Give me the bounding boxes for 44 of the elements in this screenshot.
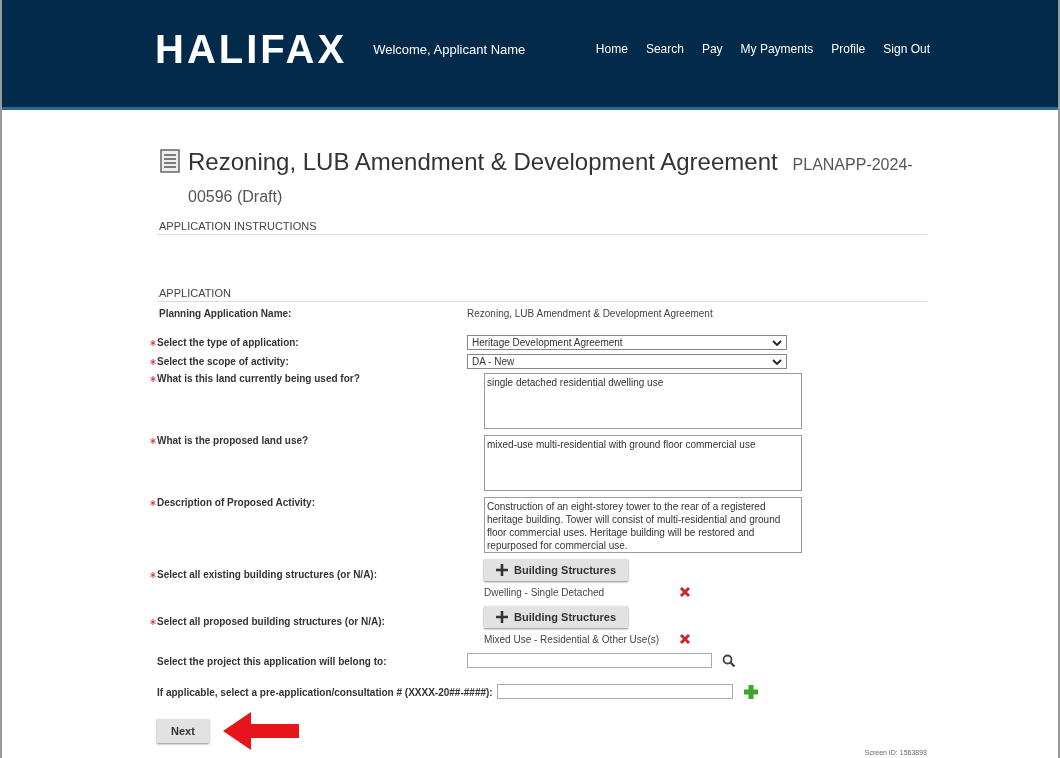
nav-link[interactable]: Profile	[831, 42, 866, 56]
remove-icon[interactable]	[679, 586, 691, 598]
field-label: Select the project this application will belong to:	[157, 656, 387, 667]
field-label: Description of Proposed Activity:	[157, 497, 315, 508]
selected-structure: Dwelling - Single Detached	[484, 586, 606, 598]
field-label: What is this land currently being used for?	[157, 373, 360, 384]
nav-link[interactable]: Home	[595, 42, 628, 56]
field-label: Select the scope of activity:	[157, 356, 289, 367]
next-button[interactable]: Next	[157, 719, 209, 743]
add-building-structures-button[interactable]: Building Structures	[484, 606, 629, 628]
text-area[interactable]: single detached residential dwelling use	[484, 373, 802, 429]
page-title: Rezoning, LUB Amendment & Development Agreement PLANAPP-2024-00596 (Draft)	[188, 147, 914, 207]
nav-link[interactable]: Search	[645, 42, 684, 56]
welcome-text: Welcome, Applicant Name	[373, 41, 526, 57]
arrow-icon	[222, 712, 299, 750]
field-label: Select the type of application:	[157, 337, 299, 348]
dropdown-field[interactable]: DA - New	[467, 354, 787, 369]
field-label: If applicable, select a pre-application/consultation # (XXXX-20##-####):	[157, 687, 493, 698]
remove-icon[interactable]	[679, 633, 691, 645]
text-area[interactable]: Construction of an eight-storey tower to the rear of a registered heritage building. Tower will consist of multi-residential and ground floor commercial uses. Heritage building will be restored and repurposed for commercial use.	[484, 497, 802, 553]
chevron-down-icon	[772, 358, 782, 365]
nav-link[interactable]: My Payments	[740, 42, 814, 56]
chevron-down-icon	[772, 339, 782, 346]
field-label: Select all existing building structures (or N/A):	[157, 569, 378, 580]
dropdown-field[interactable]: Heritage Development Agreement	[467, 335, 787, 350]
selected-structure: Mixed Use - Residential & Other Use(s)	[484, 633, 661, 645]
consultation-input-field[interactable]	[496, 684, 733, 699]
field-value: Rezoning, LUB Amendment & Development Agreement	[467, 308, 713, 319]
add-icon[interactable]	[742, 684, 759, 700]
section-heading: APPLICATION	[157, 285, 927, 302]
logo[interactable]: HALIFAX	[155, 26, 348, 72]
project-input-field[interactable]	[467, 653, 712, 668]
document-icon	[160, 149, 180, 173]
section-heading: APPLICATION INSTRUCTIONS	[157, 218, 927, 235]
field-label: Select all proposed building structures (or N/A):	[157, 616, 385, 627]
text-area[interactable]: mixed-use multi-residential with ground floor commercial use	[484, 435, 802, 491]
nav-link[interactable]: Sign Out	[883, 42, 930, 56]
plus-icon	[496, 611, 508, 623]
plus-icon	[496, 564, 508, 576]
nav-link[interactable]: Pay	[701, 42, 723, 56]
search-icon[interactable]	[722, 653, 736, 668]
field-label: Planning Application Name:	[159, 308, 292, 319]
add-building-structures-button[interactable]: Building Structures	[484, 559, 629, 581]
field-label: What is the proposed land use?	[157, 435, 309, 446]
